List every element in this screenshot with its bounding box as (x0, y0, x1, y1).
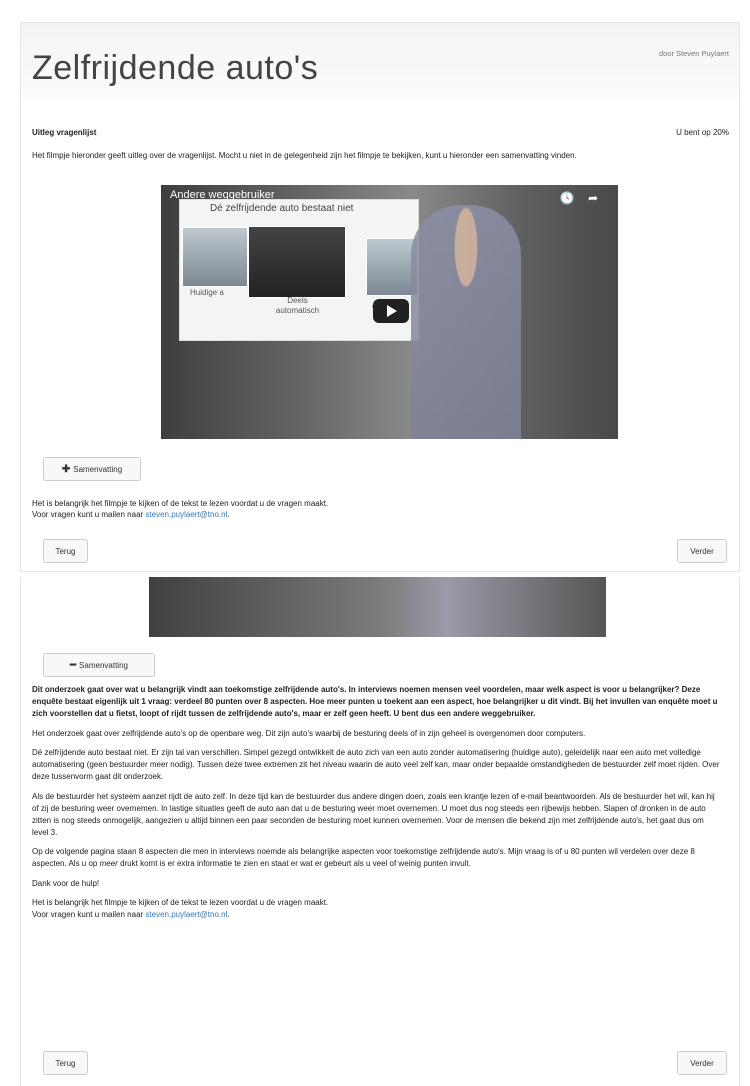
minus-icon: ━ (70, 659, 77, 671)
intro-text: Het filmpje hieronder geeft uitleg over … (32, 151, 577, 160)
caption-partial: Deels automatisch (275, 296, 320, 315)
summary-thanks: Dank voor de hulp! (32, 878, 100, 888)
notice-period: . (227, 910, 230, 919)
email-link[interactable]: steven.puylaert@tno.nl (145, 510, 227, 519)
survey-panel-top: Zelfrijdende auto's door Steven Puylaert… (20, 22, 740, 572)
summary-paragraph-2: Dé zelfrijdende auto bestaat niet. Er zi… (32, 748, 720, 781)
caption-current: Huidige a (190, 288, 224, 297)
progress-indicator: U bent op 20% (676, 128, 729, 137)
plus-icon: ✚ (61, 463, 71, 475)
car-image-current (182, 227, 248, 287)
video-title[interactable]: Andere weggebruiker (170, 189, 275, 201)
notice-period: . (227, 510, 230, 519)
summary-text: Dit onderzoek gaat over wat u belangrijk… (32, 684, 721, 929)
email-link[interactable]: steven.puylaert@tno.nl (145, 910, 227, 919)
video-player-partial[interactable] (149, 577, 606, 637)
summary-button-label: Samenvatting (79, 660, 128, 670)
next-button[interactable]: Verder (677, 1051, 727, 1075)
notice-line-1: Het is belangrijk het filmpje te kijken … (32, 499, 329, 508)
notice-text-2: Het is belangrijk het filmpje te kijken … (32, 897, 721, 921)
page-header: Zelfrijdende auto's door Steven Puylaert (21, 23, 739, 109)
back-button[interactable]: Terug (43, 1051, 88, 1075)
author-label: door Steven Puylaert (658, 49, 729, 58)
next-button[interactable]: Verder (677, 539, 727, 563)
summary-paragraph-4: Op de volgende pagina staan 8 aspecten d… (32, 847, 695, 868)
video-player[interactable]: Dé zelfrijdende auto bestaat niet Huidig… (161, 185, 618, 439)
back-button[interactable]: Terug (43, 539, 88, 563)
notice-text: Het is belangrijk het filmpje te kijken … (32, 498, 729, 520)
presenter-image (411, 205, 521, 439)
summary-button-label: Samenvatting (73, 464, 123, 474)
section-label: Uitleg vragenlijst (32, 128, 97, 137)
summary-lead: Dit onderzoek gaat over wat u belangrijk… (32, 685, 718, 718)
summary-expand-button[interactable]: ✚ Samenvatting (43, 457, 141, 481)
page-title: Zelfrijdende auto's (32, 49, 319, 87)
notice-line-1: Het is belangrijk het filmpje te kijken … (32, 898, 329, 907)
car-image-partial (248, 226, 346, 298)
survey-panel-bottom: ━ Samenvatting Dit onderzoek gaat over w… (20, 577, 740, 1086)
clock-icon[interactable]: 🕓 (560, 191, 575, 205)
notice-contact-prefix: Voor vragen kunt u mailen naar (32, 910, 146, 919)
notice-contact-prefix: Voor vragen kunt u mailen naar (32, 510, 146, 519)
summary-paragraph-1: Het onderzoek gaat over zelfrijdende aut… (32, 728, 586, 738)
share-icon[interactable]: ➦ (588, 191, 598, 205)
summary-paragraph-3: Als de bestuurder het systeem aanzet rij… (32, 791, 715, 837)
summary-collapse-button[interactable]: ━ Samenvatting (43, 653, 155, 677)
section-row: Uitleg vragenlijst U bent op 20% (32, 128, 729, 137)
play-icon[interactable] (373, 299, 409, 323)
slide-title: Dé zelfrijdende auto bestaat niet (210, 203, 354, 214)
